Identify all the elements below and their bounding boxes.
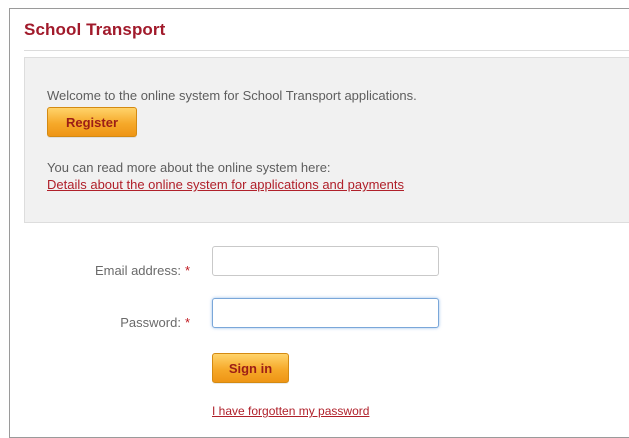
email-label-text: Email address: [94, 263, 181, 278]
welcome-text: Welcome to the online system for School … [47, 88, 417, 103]
email-required-marker: * [184, 263, 190, 278]
password-input[interactable] [212, 298, 439, 328]
info-panel: Welcome to the online system for School … [24, 57, 629, 223]
page-title: School Transport [24, 20, 166, 39]
email-input[interactable] [212, 246, 439, 276]
details-link[interactable]: Details about the online system for appl… [47, 177, 404, 192]
forgot-password-link[interactable]: I have forgotten my password [212, 404, 369, 418]
title-divider [24, 50, 629, 51]
read-more-text: You can read more about the online syste… [47, 160, 331, 175]
password-label: Password: * [10, 315, 190, 330]
page-frame: School Transport Welcome to the online s… [9, 8, 629, 438]
sign-in-button[interactable]: Sign in [212, 353, 289, 383]
password-label-text: Password: [120, 315, 181, 330]
email-label: Email address: * [10, 263, 190, 278]
register-button[interactable]: Register [47, 107, 137, 137]
password-required-marker: * [184, 315, 190, 330]
